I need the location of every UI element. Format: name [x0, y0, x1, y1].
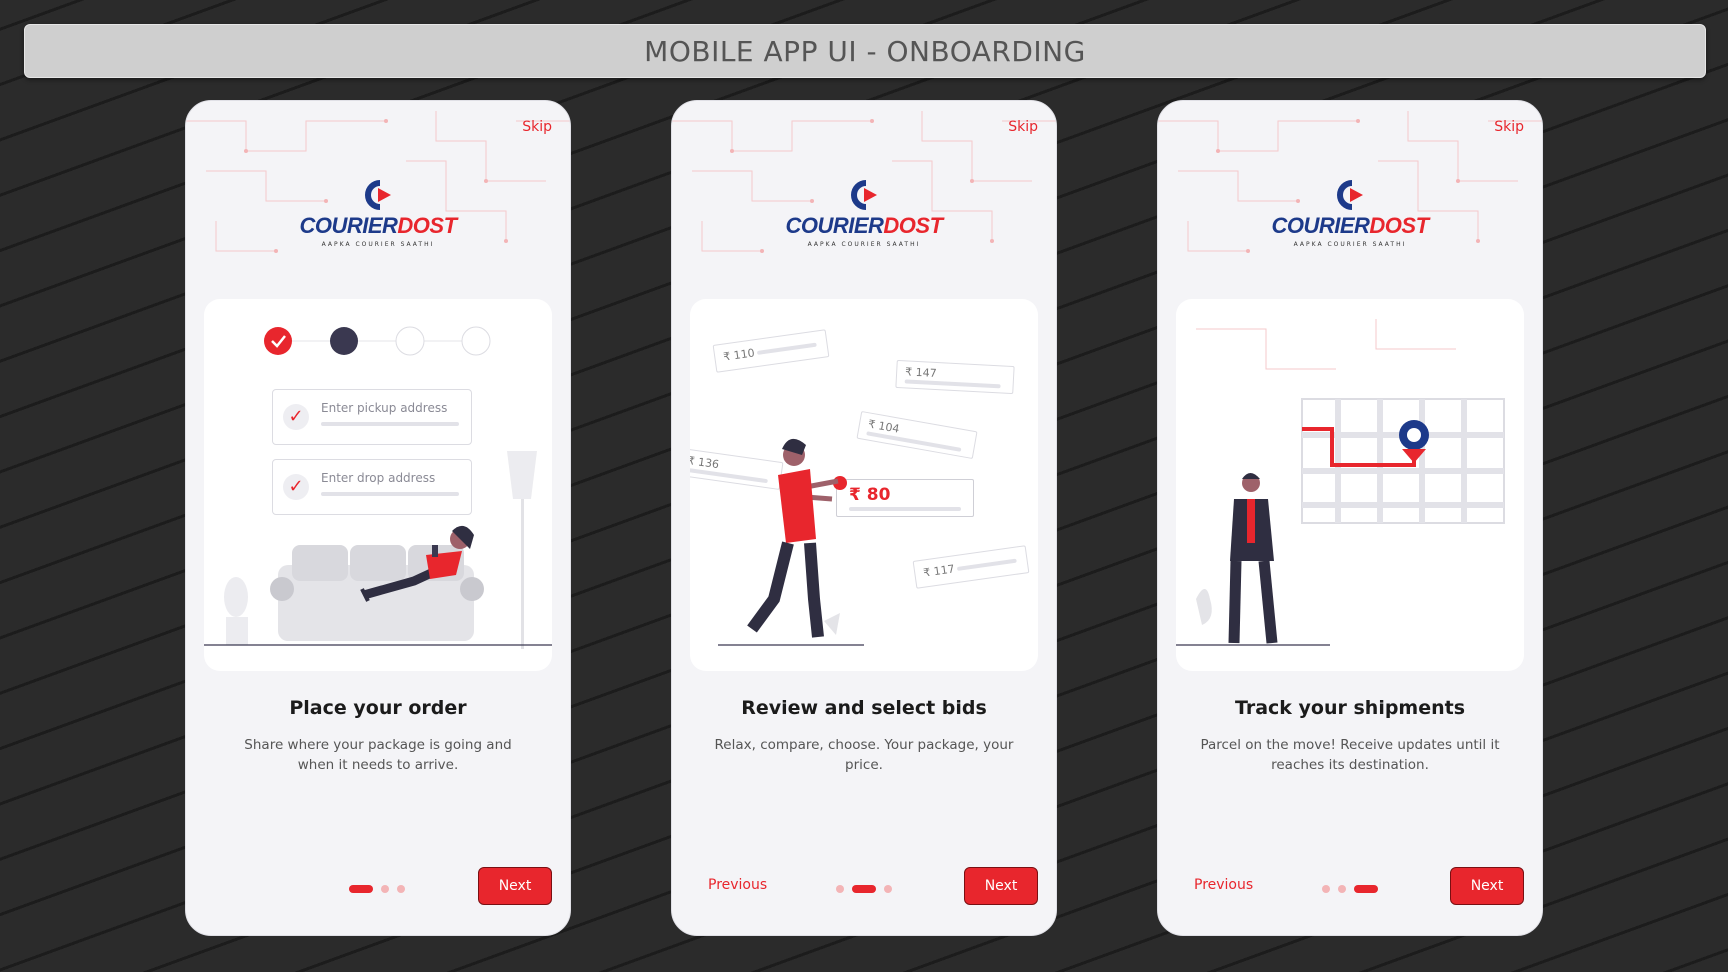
page-title: MOBILE APP UI - ONBOARDING	[24, 24, 1706, 78]
page-dot	[381, 885, 389, 893]
onboarding-screen-3: Skip COURIERDOST AAPKA COURIER SAATHI Tr…	[1157, 100, 1543, 936]
screen-heading: Review and select bids	[741, 697, 987, 719]
brand-tagline: AAPKA COURIER SAATHI	[807, 241, 921, 248]
check-icon: ✓	[283, 404, 309, 430]
page-dot	[836, 885, 844, 893]
drop-placeholder: Enter drop address	[321, 471, 436, 485]
tracking-map-art	[1176, 319, 1505, 646]
brand-word-dost: DOST	[1369, 213, 1429, 238]
drop-address-field: ✓ Enter drop address	[272, 459, 472, 515]
brand-word-courier: COURIER	[299, 213, 398, 238]
screen-description: Share where your package is going and wh…	[244, 737, 512, 773]
brand-logo: COURIERDOST AAPKA COURIER SAATHI	[186, 179, 570, 248]
courierdost-logo-icon	[1337, 180, 1363, 210]
page-indicator	[836, 885, 892, 893]
onboarding-screen-2: Skip COURIERDOST AAPKA COURIER SAATHI ₹ …	[671, 100, 1057, 936]
onboarding-screen-1: Skip COURIERDOST AAPKA COURIER SAATHI ✓ …	[185, 100, 571, 936]
page-dot	[884, 885, 892, 893]
skip-button[interactable]: Skip	[1008, 119, 1038, 135]
next-button[interactable]: Next	[1450, 867, 1524, 905]
brand-word-dost: DOST	[397, 213, 457, 238]
brand-tagline: AAPKA COURIER SAATHI	[1293, 241, 1407, 248]
previous-button[interactable]: Previous	[1194, 877, 1253, 893]
screen-description: Relax, compare, choose. Your package, yo…	[714, 737, 1014, 773]
pickup-placeholder: Enter pickup address	[321, 401, 448, 415]
screen-heading: Place your order	[289, 697, 467, 719]
page-dot	[1338, 885, 1346, 893]
page-indicator	[349, 885, 405, 893]
check-icon: ✓	[283, 474, 309, 500]
page-dot-active	[852, 885, 876, 893]
tracking-illustration	[1176, 299, 1524, 671]
screen-heading: Track your shipments	[1234, 697, 1466, 719]
page-dot-active	[349, 885, 373, 893]
brand-word-courier: COURIER	[1271, 213, 1370, 238]
page-dot	[1322, 885, 1330, 893]
page-dot-active	[1354, 885, 1378, 893]
previous-button[interactable]: Previous	[708, 877, 767, 893]
brand-logo: COURIERDOST AAPKA COURIER SAATHI	[672, 179, 1056, 248]
skip-button[interactable]: Skip	[1494, 119, 1524, 135]
brand-word-courier: COURIER	[785, 213, 884, 238]
page-indicator	[1322, 885, 1378, 893]
order-illustration: ✓ Enter pickup address ✓ Enter drop addr…	[204, 299, 552, 671]
page-dot	[397, 885, 405, 893]
courierdost-logo-icon	[851, 180, 877, 210]
bids-illustration: ₹ 110 ₹ 147 ₹ 104 ₹ 136 ₹ 117 ₹ 80	[690, 299, 1038, 671]
person-bidding-art	[718, 438, 864, 646]
skip-button[interactable]: Skip	[522, 119, 552, 135]
pickup-address-field: ✓ Enter pickup address	[272, 389, 472, 445]
next-button[interactable]: Next	[964, 867, 1038, 905]
brand-tagline: AAPKA COURIER SAATHI	[321, 241, 435, 248]
screen-description: Parcel on the move! Receive updates unti…	[1200, 737, 1500, 773]
courierdost-logo-icon	[365, 180, 391, 210]
next-button[interactable]: Next	[478, 867, 552, 905]
brand-word-dost: DOST	[883, 213, 943, 238]
brand-logo: COURIERDOST AAPKA COURIER SAATHI	[1158, 179, 1542, 248]
